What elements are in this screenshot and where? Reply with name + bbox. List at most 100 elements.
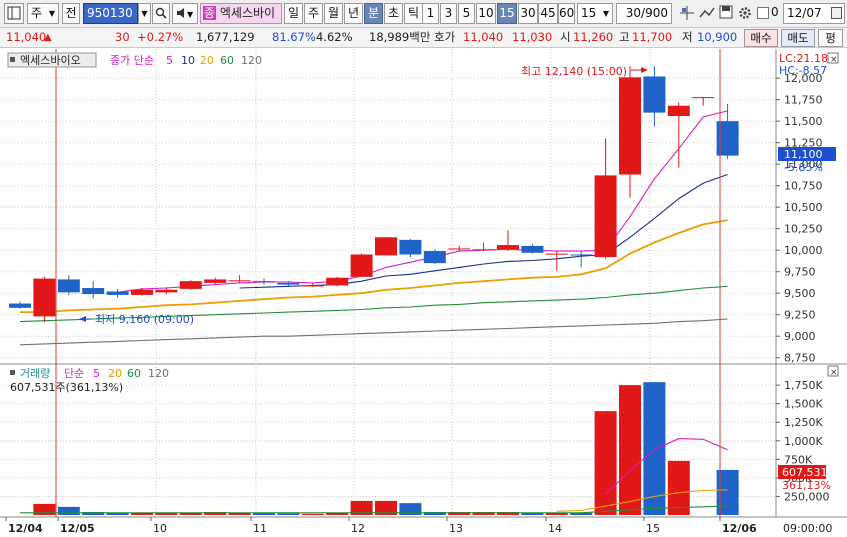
option-checkbox[interactable] — [757, 7, 769, 19]
code-dropdown-chevron-icon[interactable]: ▼ — [138, 3, 151, 24]
minute-45-button[interactable]: 45 — [538, 3, 558, 24]
candle-body — [253, 281, 275, 283]
volume-bar — [594, 411, 617, 515]
eval-button[interactable]: 평 — [818, 29, 843, 47]
interval-select[interactable]: 15 ▼ — [577, 3, 613, 24]
price-tick-label: 9,750 — [784, 266, 816, 279]
trend-tool-icon[interactable] — [698, 3, 716, 24]
candle-body — [643, 76, 666, 113]
current-price: 11,040 — [6, 30, 47, 44]
time-tick-label: 15 — [646, 522, 660, 535]
candle-body — [179, 281, 202, 289]
price-tick-label: 10,500 — [784, 201, 823, 214]
volume-bar — [155, 513, 178, 515]
low-label: 저 — [682, 30, 693, 44]
speaker-icon[interactable]: ▼ — [172, 3, 198, 24]
pane-stock-name: 엑세스바이오 — [20, 54, 81, 67]
minute-10-button[interactable]: 10 — [476, 3, 496, 24]
volume-ratio: 81.67% — [272, 30, 316, 44]
minute-5-button[interactable]: 5 — [458, 3, 475, 24]
price-tick-label: 10,000 — [784, 244, 823, 257]
stock-name-text: 엑세스바이 — [219, 6, 276, 20]
volume-tick-label: 750K — [784, 453, 813, 466]
price-badge-change: -5.85% — [784, 161, 823, 174]
price-tick-label: 9,250 — [784, 309, 816, 322]
ma5-legend: 5 — [166, 54, 173, 67]
interval-value: 15 — [581, 6, 597, 20]
high-label: 고 — [619, 30, 630, 44]
quote-bar: 11,040 ▲ 30 +0.27% 1,677,129 81.67% 4.62… — [0, 28, 847, 48]
candle-body — [57, 279, 80, 293]
buy-button[interactable]: 매수 — [744, 29, 778, 47]
time-readout: 09:00:00 — [783, 522, 832, 535]
period-month-button[interactable]: 월 — [324, 3, 343, 24]
candle-body — [228, 280, 251, 282]
stock-name-field[interactable]: 종 엑세스바이 — [200, 3, 282, 24]
count-input[interactable]: 30/900 — [616, 3, 672, 24]
volume-legend-title: 거래량 — [20, 367, 50, 380]
save-icon[interactable] — [718, 3, 734, 24]
time-tick-label: 12/04 — [8, 522, 43, 535]
period-year-button[interactable]: 년 — [344, 3, 363, 24]
period-tick-button[interactable]: 틱 — [404, 3, 423, 24]
candle-body — [594, 175, 617, 258]
candle-body — [448, 248, 471, 250]
candle-body — [497, 245, 519, 250]
volume-ma-title: 단순 — [64, 367, 84, 380]
time-tick-label: 12 — [351, 522, 365, 535]
candle-body — [106, 291, 129, 295]
svg-text:×: × — [830, 368, 838, 378]
pane-menu-icon — [10, 57, 15, 62]
calendar-icon — [831, 7, 842, 19]
date-input[interactable]: 12/07 — [783, 3, 845, 24]
panel-layout-icon[interactable] — [4, 3, 24, 24]
time-tick-label: 13 — [449, 522, 463, 535]
volume-badge-text: 607,531 — [782, 466, 828, 479]
search-icon[interactable] — [152, 3, 170, 24]
minute-3-button[interactable]: 3 — [440, 3, 457, 24]
volume-bar — [301, 513, 324, 515]
sell-button[interactable]: 매도 — [781, 29, 815, 47]
open-label: 시 — [560, 30, 571, 44]
period-day-button[interactable]: 일 — [284, 3, 303, 24]
all-button[interactable]: 전 — [62, 3, 80, 24]
volume-tick-label: 1,500K — [784, 398, 823, 411]
period-second-button[interactable]: 초 — [384, 3, 403, 24]
up-arrow-icon: ▲ — [44, 32, 52, 43]
price-change: 30 — [115, 30, 130, 44]
time-tick-label: 14 — [548, 522, 562, 535]
turnover-ratio: 4.62% — [316, 30, 353, 44]
chart-panel[interactable]: 12,000 11,750 11,500 11,250 11,000 10,750 10,5… — [0, 49, 847, 537]
gear-icon[interactable] — [736, 3, 754, 24]
vol-ma120-legend: 120 — [148, 367, 169, 380]
minute-1-button[interactable]: 1 — [422, 3, 439, 24]
time-tick-label: 12/06 — [722, 522, 757, 535]
price-tick-label: 10,250 — [784, 223, 823, 236]
price-tick-label: 9,500 — [784, 287, 816, 300]
candle-body — [33, 278, 56, 317]
price-tick-label: 9,000 — [784, 330, 816, 343]
period-minute-button[interactable]: 분 — [364, 3, 383, 24]
stock-code-input[interactable]: 950130 — [83, 3, 138, 24]
chart-type-select[interactable]: 주 ▼ — [27, 3, 59, 24]
price-badge-text: 11,100 — [784, 148, 823, 161]
volume-badge-pct: 361,13% — [782, 479, 831, 492]
minute-30-button[interactable]: 30 — [518, 3, 538, 24]
volume-info: 607,531주(361,13%) — [10, 381, 123, 394]
svg-text:×: × — [830, 55, 838, 65]
candle-body — [692, 97, 715, 99]
candle-body — [375, 237, 397, 256]
minute-60-button[interactable]: 60 — [558, 3, 575, 24]
low-annotation: 최저 9,160 (09:00) — [79, 313, 194, 326]
period-week-button[interactable]: 주 — [304, 3, 323, 24]
close-icon[interactable]: × — [827, 365, 839, 378]
candle-body — [399, 239, 422, 255]
stock-type-tag: 종 — [203, 6, 217, 20]
crosshair-icon[interactable] — [678, 3, 696, 24]
volume-tick-label: 1,250K — [784, 416, 823, 429]
minute-15-button[interactable]: 15 — [497, 3, 517, 24]
candle-body — [472, 249, 495, 251]
vol-ma60-legend: 60 — [127, 367, 141, 380]
close-icon[interactable]: × — [827, 52, 839, 65]
candle-body — [301, 285, 324, 287]
